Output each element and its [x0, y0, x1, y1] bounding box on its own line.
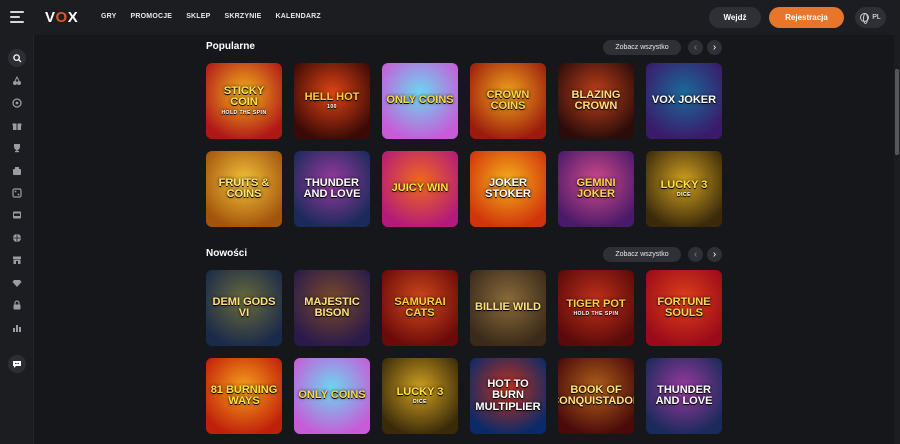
game-title: DEMI GODS VI — [212, 295, 276, 319]
chevron-left-icon: ‹ — [693, 248, 698, 260]
game-title: ONLY COINS — [298, 389, 366, 402]
game-tile[interactable]: FRUITS & COINS — [206, 151, 282, 227]
game-subtitle: HOLD THE SPIN — [573, 311, 619, 318]
gift-icon[interactable] — [10, 119, 24, 133]
game-tile[interactable]: THUNDER AND LOVE — [646, 358, 722, 434]
chevron-left-icon: ‹ — [693, 41, 698, 53]
sidebar — [0, 35, 34, 444]
game-tile[interactable]: THUNDER AND LOVE — [294, 151, 370, 227]
language-button[interactable]: PL — [855, 7, 886, 28]
game-title: THUNDER AND LOVE — [303, 176, 361, 200]
game-tile[interactable]: BLAZING CROWN — [558, 63, 634, 139]
lock-icon[interactable] — [10, 298, 24, 312]
game-tile[interactable]: LUCKY 3 DICE — [382, 358, 458, 434]
chevron-right-icon: › — [712, 41, 717, 53]
cherries-icon[interactable] — [10, 74, 24, 88]
globe-icon — [860, 13, 870, 24]
game-title: LUCKY 3 DICE — [660, 178, 708, 199]
game-subtitle: HOLD THE SPIN — [221, 109, 267, 116]
scrollbar[interactable] — [894, 35, 900, 444]
search-icon[interactable] — [8, 49, 26, 67]
slot-machine-icon[interactable] — [10, 208, 24, 222]
game-title: LUCKY 3 DICE — [396, 385, 444, 406]
main-nav: GRY PROMOCJE SKLEP SKRZYNIE KALENDARZ — [101, 13, 321, 20]
game-tile[interactable]: STICKY COIN HOLD THE SPIN — [206, 63, 282, 139]
roulette-icon[interactable] — [10, 96, 24, 110]
game-tile[interactable]: HELL HOT 100 — [294, 63, 370, 139]
game-tile[interactable]: BILLIE WILD — [470, 270, 546, 346]
game-title: JUICY WIN — [391, 182, 449, 195]
nav-item-games[interactable]: GRY — [101, 13, 117, 20]
section-title-new: Nowości — [206, 248, 248, 259]
game-tile[interactable]: SAMURAI CATS — [382, 270, 458, 346]
game-tile[interactable]: CROWN COINS — [470, 63, 546, 139]
game-title: FRUITS & COINS — [218, 176, 270, 200]
game-title: THUNDER AND LOVE — [655, 383, 713, 407]
next-new-button[interactable]: › — [707, 247, 722, 262]
game-tile[interactable]: GEMINI JOKER — [558, 151, 634, 227]
chevron-right-icon: › — [712, 248, 717, 260]
game-title: BOOK OF CONQUISTADOR — [558, 383, 634, 407]
game-tile[interactable]: 81 BURNING WAYS — [206, 358, 282, 434]
game-title: BLAZING CROWN — [571, 88, 621, 112]
trophy-icon[interactable] — [10, 141, 24, 155]
game-title: GEMINI JOKER — [576, 176, 616, 200]
nav-item-shop[interactable]: SKLEP — [186, 13, 210, 20]
game-tile[interactable]: JUICY WIN — [382, 151, 458, 227]
game-title: JOKER STOKER — [485, 176, 531, 200]
top-bar: VOX GRY PROMOCJE SKLEP SKRZYNIE KALENDAR… — [0, 0, 900, 35]
nav-item-promotions[interactable]: PROMOCJE — [131, 13, 173, 20]
game-tile[interactable]: DEMI GODS VI — [206, 270, 282, 346]
game-tile[interactable]: FORTUNE SOULS — [646, 270, 722, 346]
login-button[interactable]: Wejdź — [709, 7, 761, 28]
logo[interactable]: VOX — [45, 9, 78, 26]
prev-popular-button[interactable]: ‹ — [688, 40, 703, 55]
cards-icon[interactable] — [10, 164, 24, 178]
nav-item-chests[interactable]: SKRZYNIE — [225, 13, 262, 20]
see-all-popular-button[interactable]: Zobacz wszystko — [603, 40, 681, 55]
section-title-popular: Popularne — [206, 41, 255, 52]
prev-new-button[interactable]: ‹ — [688, 247, 703, 262]
game-tile[interactable]: ONLY COINS — [382, 63, 458, 139]
game-tile[interactable]: MAJESTIC BISON — [294, 270, 370, 346]
game-title: HOT TO BURN MULTIPLIER — [475, 378, 541, 413]
game-tile[interactable]: BOOK OF CONQUISTADOR — [558, 358, 634, 434]
next-popular-button[interactable]: › — [707, 40, 722, 55]
game-title: SAMURAI CATS — [394, 295, 446, 319]
game-title: HELL HOT 100 — [304, 90, 360, 111]
game-subtitle: 100 — [327, 104, 337, 111]
game-tile[interactable]: ONLY COINS — [294, 358, 370, 434]
chat-icon[interactable] — [8, 355, 26, 373]
game-title: BILLIE WILD — [475, 301, 541, 314]
game-subtitle: DICE — [413, 399, 427, 406]
game-tile[interactable]: TIGER POT HOLD THE SPIN — [558, 270, 634, 346]
game-tile[interactable]: JOKER STOKER — [470, 151, 546, 227]
game-title: VOX JOKER — [651, 94, 717, 107]
basketball-icon[interactable] — [10, 231, 24, 245]
nav-item-calendar[interactable]: KALENDARZ — [276, 13, 321, 20]
chart-icon[interactable] — [10, 321, 24, 335]
register-button[interactable]: Rejestracja — [769, 7, 844, 28]
game-title: STICKY COIN HOLD THE SPIN — [206, 86, 282, 116]
game-title: MAJESTIC BISON — [304, 295, 360, 319]
game-title: ONLY COINS — [386, 94, 454, 107]
game-tile[interactable]: HOT TO BURN MULTIPLIER — [470, 358, 546, 434]
game-title: TIGER POT HOLD THE SPIN — [566, 297, 626, 318]
diamond-icon[interactable] — [10, 276, 24, 290]
dice-icon[interactable] — [10, 186, 24, 200]
language-label: PL — [872, 14, 881, 21]
game-title: 81 BURNING WAYS — [210, 383, 278, 407]
game-tile[interactable]: VOX JOKER — [646, 63, 722, 139]
game-tile[interactable]: LUCKY 3 DICE — [646, 151, 722, 227]
game-title: CROWN COINS — [486, 88, 530, 112]
game-title: FORTUNE SOULS — [657, 295, 711, 319]
menu-icon[interactable] — [10, 11, 24, 23]
store-icon[interactable] — [10, 253, 24, 267]
see-all-new-button[interactable]: Zobacz wszystko — [603, 247, 681, 262]
game-subtitle: DICE — [677, 192, 691, 199]
scrollbar-thumb[interactable] — [895, 69, 899, 155]
